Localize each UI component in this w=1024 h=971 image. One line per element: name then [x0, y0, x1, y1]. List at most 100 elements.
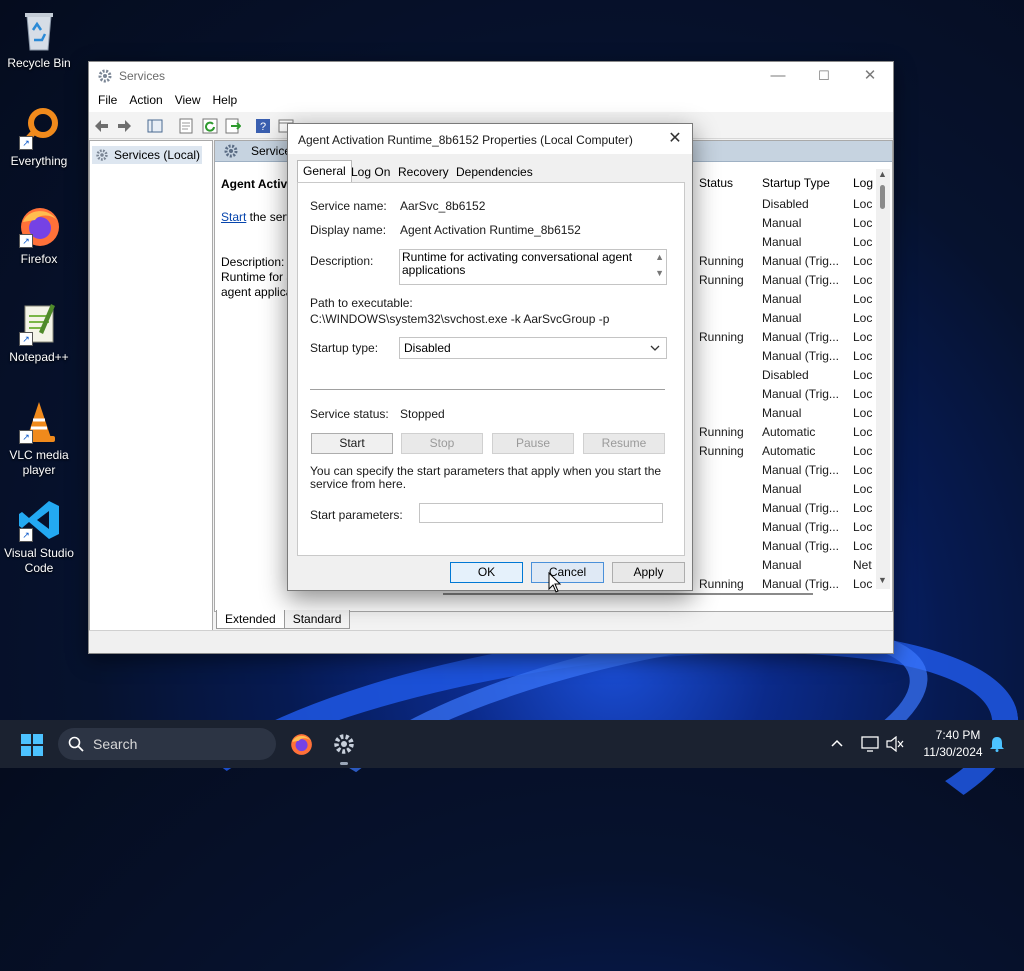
- desktop-icon-firefox[interactable]: ↗ Firefox: [4, 204, 74, 267]
- start-params-input[interactable]: [419, 503, 663, 523]
- row-logon[interactable]: Loc: [853, 539, 872, 553]
- column-header-startup-type[interactable]: Startup Type: [762, 176, 830, 190]
- scroll-thumb[interactable]: [880, 185, 885, 209]
- volume-muted-icon[interactable]: [886, 736, 904, 752]
- row-logon[interactable]: Loc: [853, 406, 872, 420]
- description-textbox[interactable]: Runtime for activating conversational ag…: [399, 249, 667, 285]
- desktop-icon-recycle-bin[interactable]: Recycle Bin: [4, 8, 74, 71]
- menu-view[interactable]: View: [169, 90, 207, 110]
- desktop-icon-everything[interactable]: ↗ Everything: [4, 106, 74, 169]
- taskbar-services-icon[interactable]: [332, 732, 356, 756]
- row-status[interactable]: Running: [699, 254, 744, 268]
- row-logon[interactable]: Loc: [853, 425, 872, 439]
- scroll-down-arrow-icon[interactable]: ▼: [655, 268, 664, 278]
- resume-button[interactable]: Resume: [583, 433, 665, 454]
- clock-date[interactable]: 11/30/2024: [911, 745, 995, 759]
- row-startup-type[interactable]: Manual (Trig...: [762, 254, 839, 268]
- menu-file[interactable]: File: [92, 90, 123, 110]
- row-logon[interactable]: Loc: [853, 311, 872, 325]
- row-startup-type[interactable]: Manual (Trig...: [762, 520, 839, 534]
- tab-dependencies[interactable]: Dependencies: [451, 162, 538, 182]
- taskbar-firefox-icon[interactable]: [289, 732, 313, 756]
- row-logon[interactable]: Loc: [853, 482, 872, 496]
- taskbar-search-box[interactable]: Search: [58, 728, 276, 760]
- row-status[interactable]: Running: [699, 273, 744, 287]
- row-logon[interactable]: Loc: [853, 577, 872, 591]
- startup-type-select[interactable]: Disabled: [399, 337, 667, 359]
- forward-arrow-icon[interactable]: [116, 118, 132, 134]
- tree-item-services-local[interactable]: Services (Local): [92, 146, 202, 164]
- start-windows-icon[interactable]: [20, 733, 44, 757]
- dialog-titlebar[interactable]: Agent Activation Runtime_8b6152 Properti…: [288, 124, 692, 154]
- network-icon[interactable]: [861, 736, 879, 752]
- console-tree-icon[interactable]: [147, 118, 163, 134]
- desktop-icon-vlc[interactable]: ↗ VLC media player: [4, 400, 74, 478]
- properties-dialog[interactable]: Agent Activation Runtime_8b6152 Properti…: [287, 123, 693, 593]
- row-logon[interactable]: Net: [853, 558, 872, 572]
- row-startup-type[interactable]: Manual: [762, 482, 801, 496]
- properties-sheet-icon[interactable]: [178, 118, 194, 134]
- tab-recovery[interactable]: Recovery: [393, 162, 454, 182]
- dialog-close-button[interactable]: ✕: [664, 128, 686, 150]
- row-startup-type[interactable]: Manual: [762, 235, 801, 249]
- row-logon[interactable]: Loc: [853, 463, 872, 477]
- minimize-button[interactable]: —: [755, 62, 801, 90]
- row-logon[interactable]: Loc: [853, 235, 872, 249]
- row-startup-type[interactable]: Manual: [762, 311, 801, 325]
- export-list-icon[interactable]: [225, 118, 241, 134]
- scroll-up-arrow-icon[interactable]: ▲: [878, 169, 887, 179]
- row-startup-type[interactable]: Automatic: [762, 425, 815, 439]
- back-arrow-icon[interactable]: [94, 118, 110, 134]
- row-startup-type[interactable]: Manual: [762, 216, 801, 230]
- tab-general[interactable]: General: [297, 160, 352, 184]
- chevron-up-icon[interactable]: [831, 738, 843, 750]
- tab-extended[interactable]: Extended: [216, 610, 285, 629]
- row-startup-type[interactable]: Manual: [762, 558, 801, 572]
- row-startup-type[interactable]: Disabled: [762, 197, 809, 211]
- row-startup-type[interactable]: Manual: [762, 292, 801, 306]
- column-header-logon[interactable]: Log: [853, 176, 873, 190]
- ok-button[interactable]: OK: [450, 562, 523, 583]
- column-header-status[interactable]: Status: [699, 176, 733, 190]
- services-titlebar[interactable]: Services — ☐ ✕: [89, 62, 893, 90]
- row-status[interactable]: Running: [699, 444, 744, 458]
- row-logon[interactable]: Loc: [853, 520, 872, 534]
- clock-time[interactable]: 7:40 PM: [916, 728, 1000, 742]
- row-logon[interactable]: Loc: [853, 349, 872, 363]
- row-status[interactable]: Running: [699, 577, 744, 591]
- row-startup-type[interactable]: Automatic: [762, 444, 815, 458]
- maximize-button[interactable]: ☐: [801, 62, 847, 90]
- row-logon[interactable]: Loc: [853, 197, 872, 211]
- tab-log-on[interactable]: Log On: [346, 162, 395, 182]
- stop-button[interactable]: Stop: [401, 433, 483, 454]
- pause-button[interactable]: Pause: [492, 433, 574, 454]
- row-startup-type[interactable]: Manual: [762, 406, 801, 420]
- scroll-down-arrow-icon[interactable]: ▼: [878, 575, 887, 585]
- cancel-button[interactable]: Cancel: [531, 562, 604, 583]
- row-logon[interactable]: Loc: [853, 501, 872, 515]
- vertical-scrollbar[interactable]: ▲ ▼: [876, 169, 890, 589]
- row-logon[interactable]: Loc: [853, 273, 872, 287]
- row-startup-type[interactable]: Manual (Trig...: [762, 577, 839, 591]
- row-logon[interactable]: Loc: [853, 216, 872, 230]
- row-status[interactable]: Running: [699, 425, 744, 439]
- desktop-icon-notepad-plus-plus[interactable]: ↗ Notepad++: [4, 302, 74, 365]
- horizontal-scrollbar[interactable]: [443, 593, 813, 595]
- menu-help[interactable]: Help: [207, 90, 244, 110]
- menu-action[interactable]: Action: [123, 90, 168, 110]
- row-logon[interactable]: Loc: [853, 387, 872, 401]
- start-service-link[interactable]: Start: [221, 210, 246, 224]
- refresh-icon[interactable]: [202, 118, 218, 134]
- close-button[interactable]: ✕: [847, 62, 893, 90]
- row-startup-type[interactable]: Manual (Trig...: [762, 501, 839, 515]
- row-startup-type[interactable]: Manual (Trig...: [762, 387, 839, 401]
- tab-standard[interactable]: Standard: [283, 610, 351, 629]
- row-startup-type[interactable]: Manual (Trig...: [762, 330, 839, 344]
- row-logon[interactable]: Loc: [853, 330, 872, 344]
- row-startup-type[interactable]: Disabled: [762, 368, 809, 382]
- row-status[interactable]: Running: [699, 330, 744, 344]
- row-startup-type[interactable]: Manual (Trig...: [762, 463, 839, 477]
- row-logon[interactable]: Loc: [853, 254, 872, 268]
- help-icon[interactable]: ?: [255, 118, 271, 134]
- apply-button[interactable]: Apply: [612, 562, 685, 583]
